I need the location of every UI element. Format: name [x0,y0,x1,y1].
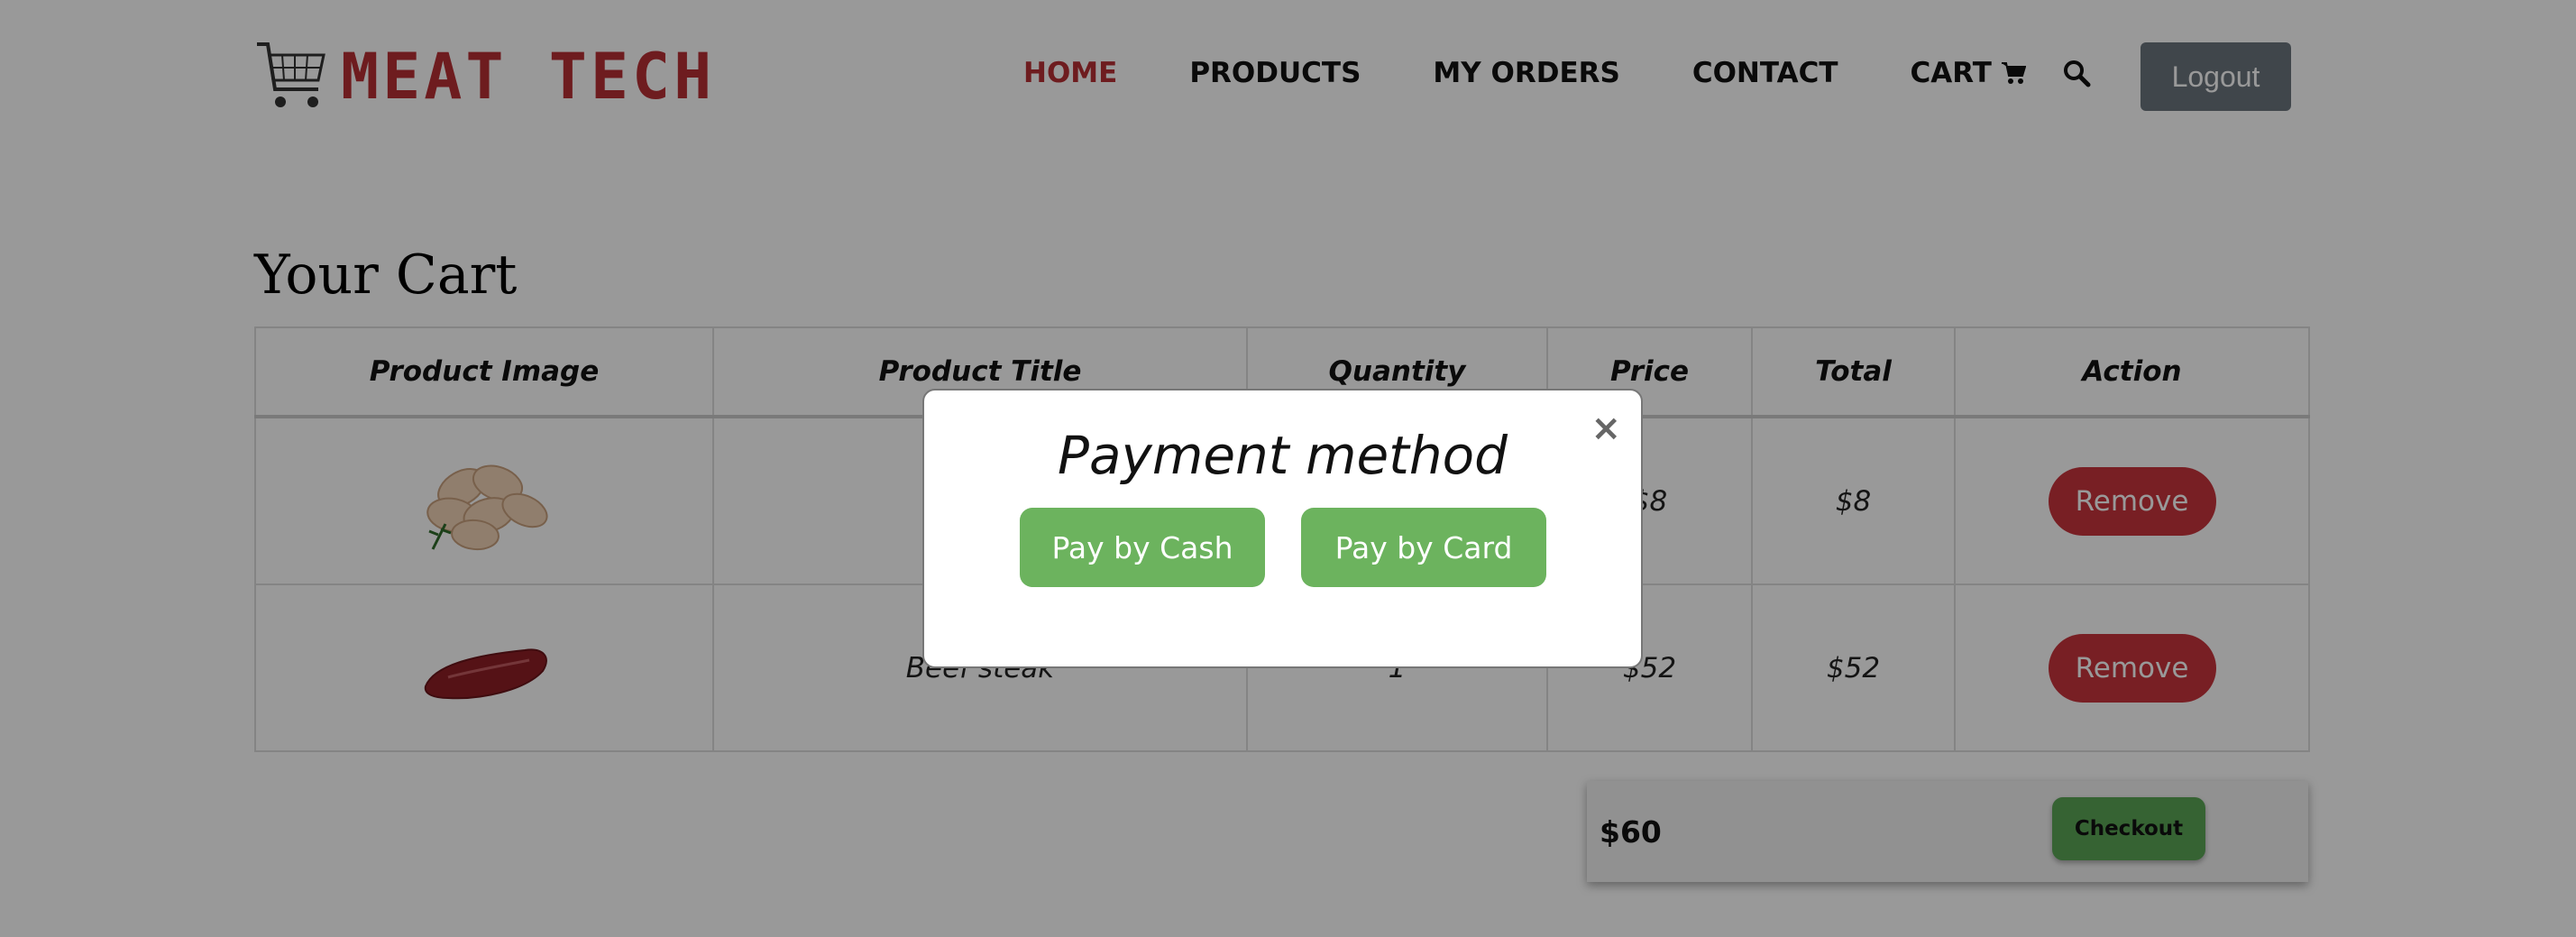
payment-method-modal: Payment method × Pay by Cash Pay by Card [922,389,1643,668]
modal-title: Payment method [1058,425,1508,486]
pay-by-cash-button[interactable]: Pay by Cash [1020,508,1265,587]
pay-by-card-button[interactable]: Pay by Card [1301,508,1546,587]
close-icon[interactable]: × [1591,410,1621,446]
